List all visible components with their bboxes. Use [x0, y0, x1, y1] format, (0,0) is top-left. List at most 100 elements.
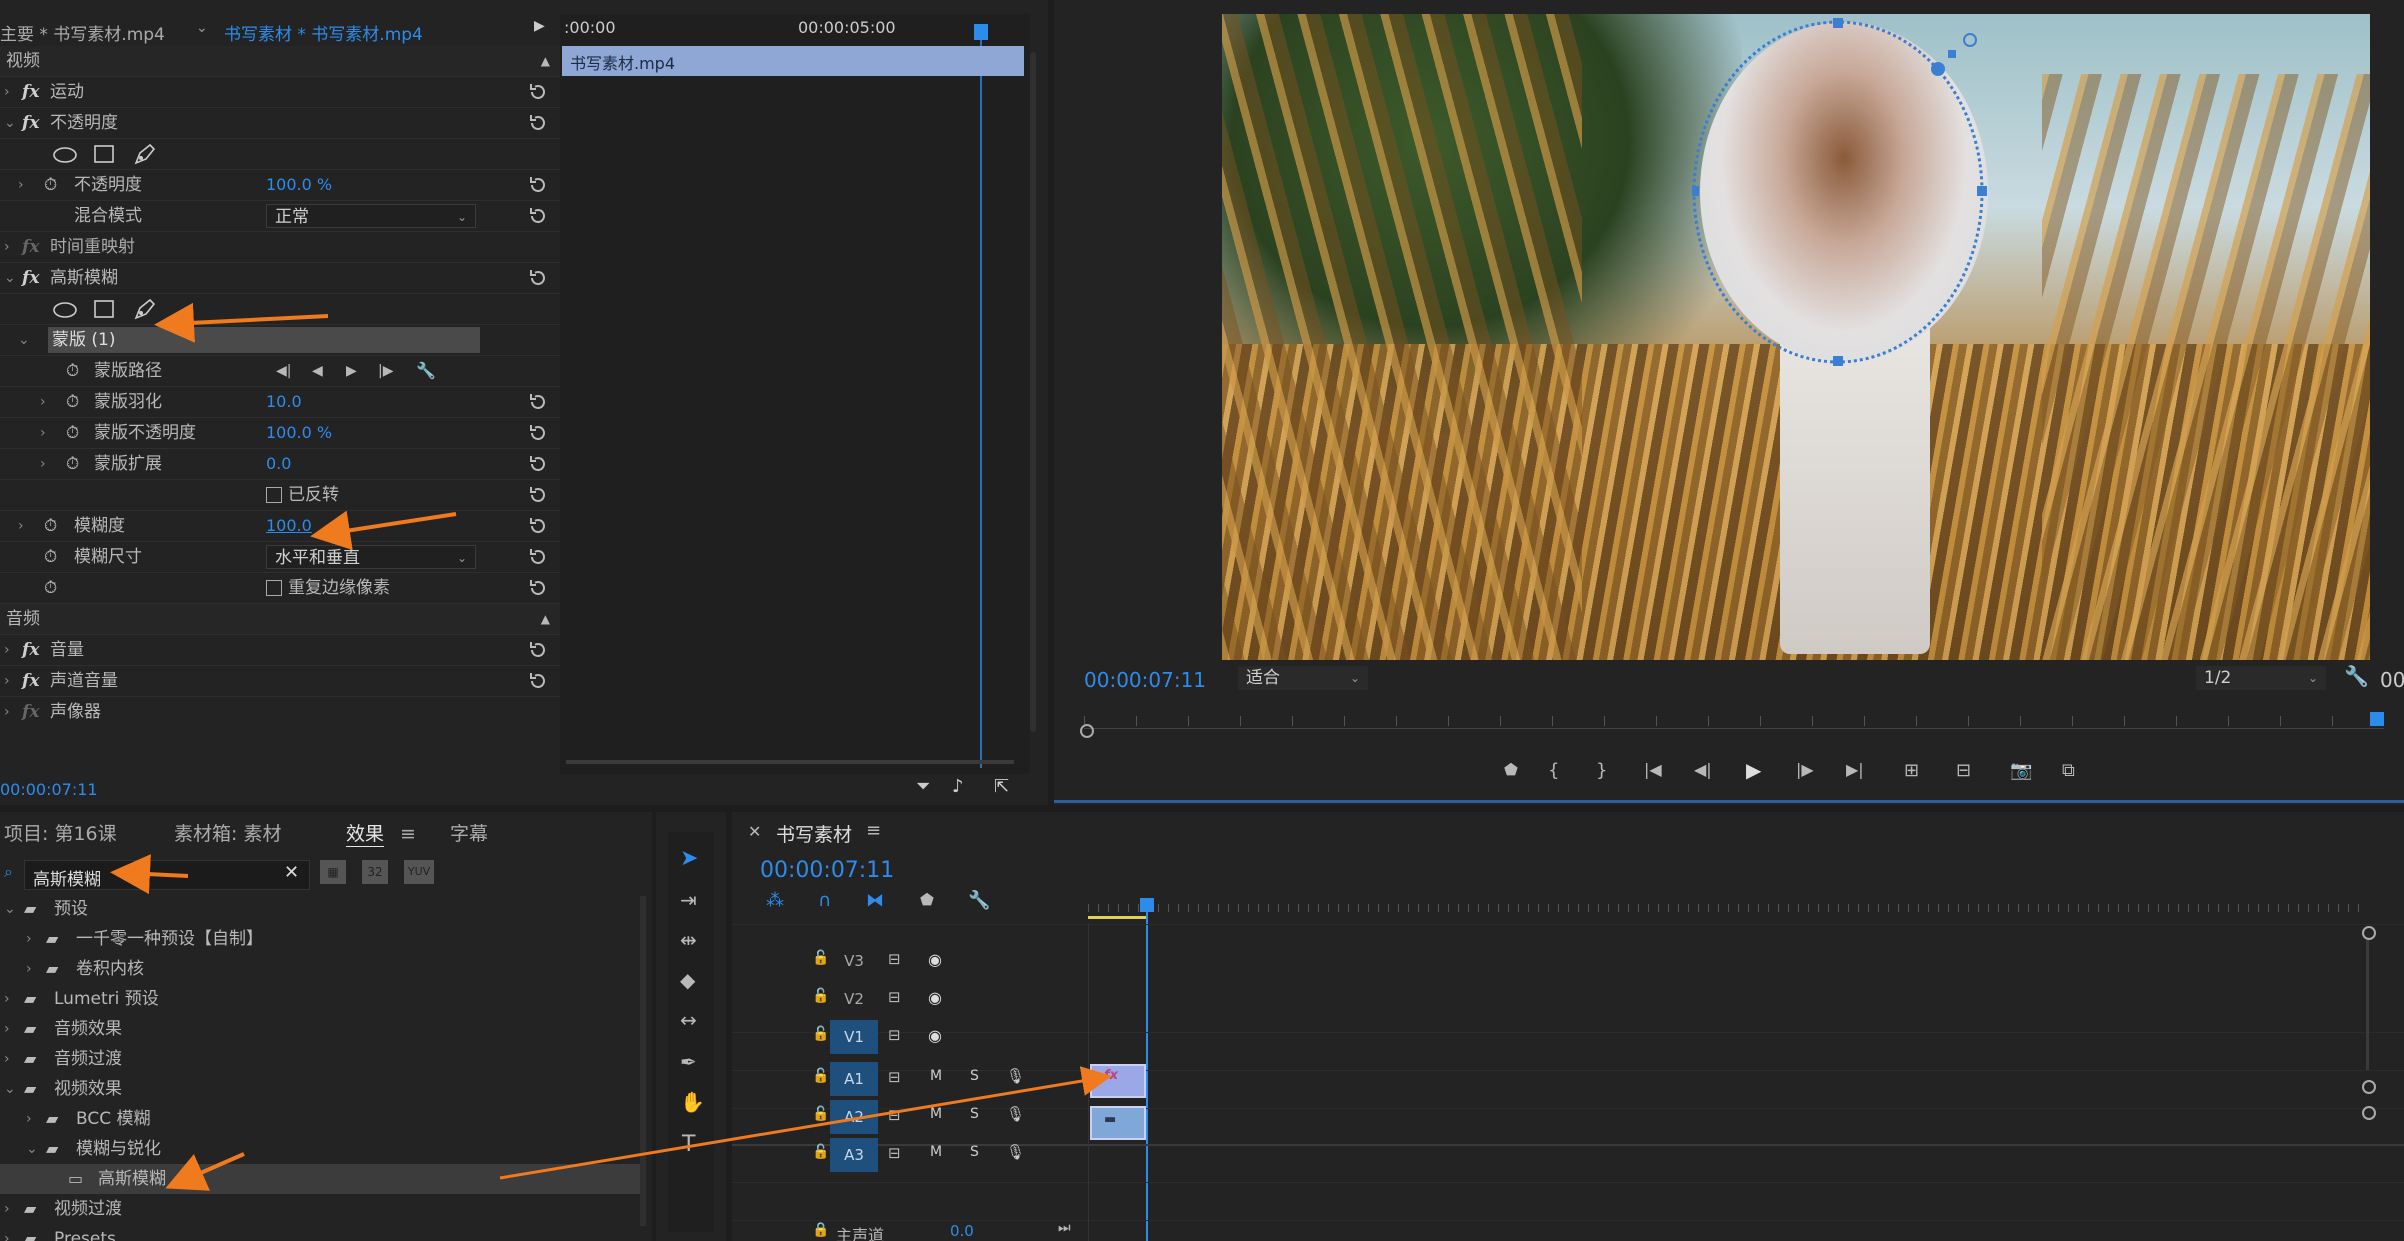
step-back-icon[interactable]: ◀| — [1694, 760, 1712, 779]
fit-dropdown[interactable]: 适合 ⌄ — [1238, 666, 1368, 690]
fx-icon[interactable]: fx — [22, 263, 39, 293]
track-target[interactable]: A3 — [830, 1138, 878, 1172]
eye-icon[interactable]: ◉ — [928, 1026, 942, 1045]
captions-tab[interactable]: 字幕 — [450, 812, 488, 856]
go-to-in-icon[interactable]: |◀ — [1644, 760, 1662, 779]
sync-lock-icon[interactable]: ⊟ — [888, 1144, 901, 1162]
effect-controls-timecode[interactable]: 00:00:07:11 — [0, 780, 98, 799]
vertical-scrollbar[interactable] — [1030, 52, 1036, 732]
fx-icon[interactable]: fx — [22, 697, 39, 727]
zoom-handle-top[interactable] — [2362, 926, 2376, 940]
camera-icon[interactable]: 📷 — [2010, 760, 2032, 781]
channel-volume-effect-row[interactable]: › fx 声道音量 — [0, 666, 560, 697]
lift-icon[interactable]: ⊞ — [1904, 760, 1919, 781]
chevron-right-icon[interactable]: › — [40, 449, 46, 479]
wrench-icon[interactable]: 🔧 — [2344, 664, 2369, 688]
mask-row[interactable]: ⌄ 蒙版 (1) — [0, 325, 560, 356]
chevron-right-icon[interactable]: › — [18, 170, 24, 200]
go-to-end-icon[interactable]: ⏭ — [1058, 1220, 1071, 1236]
monitor-playhead[interactable] — [2370, 712, 2384, 726]
reset-icon[interactable] — [528, 423, 548, 443]
reset-icon[interactable] — [528, 485, 548, 505]
wrench-icon[interactable]: 🔧 — [968, 890, 990, 911]
lock-icon[interactable]: 🔓 — [812, 1144, 829, 1160]
collapse-up-icon[interactable]: ▲ — [541, 604, 550, 634]
mask-feather-value[interactable]: 10.0 — [266, 387, 302, 417]
stopwatch-icon[interactable]: ⏱ — [66, 356, 79, 386]
repeat-edge-checkbox[interactable]: 重复边缘像素 — [266, 573, 390, 603]
program-timecode[interactable]: 00:00:07:11 — [1084, 668, 1206, 692]
reset-icon[interactable] — [528, 516, 548, 536]
step-forward-icon[interactable]: |▶ — [1796, 760, 1814, 779]
compare-icon[interactable]: ⧉ — [2062, 760, 2075, 781]
sync-lock-icon[interactable]: ⊟ — [888, 1106, 901, 1124]
chevron-right-icon[interactable]: › — [18, 511, 24, 541]
pen-mask-icon[interactable] — [132, 298, 156, 320]
tree-item[interactable]: › ▰ 视频过渡 — [0, 1194, 640, 1224]
microphone-icon[interactable]: 🎙 — [1006, 1143, 1025, 1161]
inverted-checkbox[interactable]: 已反转 — [266, 480, 339, 510]
eye-icon[interactable]: ◉ — [928, 950, 942, 969]
panner-effect-row[interactable]: › fx 声像器 — [0, 697, 560, 727]
ripple-edit-tool-icon[interactable]: ⇹ — [680, 928, 697, 952]
reset-icon[interactable] — [528, 82, 548, 102]
stopwatch-icon[interactable]: ⏱ — [44, 573, 57, 603]
mute-button[interactable]: M — [930, 1106, 942, 1122]
chevron-right-icon[interactable]: › — [4, 984, 10, 1014]
bin-tab[interactable]: 素材箱: 素材 — [174, 812, 281, 856]
chevron-down-icon[interactable]: ⌄ — [196, 20, 208, 36]
reset-icon[interactable] — [528, 671, 548, 691]
stopwatch-icon[interactable]: ⏱ — [66, 418, 79, 448]
stopwatch-icon[interactable]: ⏱ — [44, 511, 57, 541]
accelerated-effects-icon[interactable]: ▦ — [320, 860, 346, 884]
reset-icon[interactable] — [528, 454, 548, 474]
monitor-in-marker[interactable] — [1080, 724, 1094, 738]
resolution-dropdown[interactable]: 1/2 ⌄ — [2196, 666, 2326, 690]
filter-icon[interactable]: ⏷ — [916, 776, 930, 797]
lock-icon[interactable]: 🔓 — [812, 1068, 829, 1084]
mask-opacity-value[interactable]: 100.0 % — [266, 418, 332, 448]
volume-effect-row[interactable]: › fx 音量 — [0, 635, 560, 666]
chevron-right-icon[interactable]: › — [26, 954, 32, 984]
project-tab[interactable]: 项目: 第16课 — [4, 812, 117, 856]
sync-lock-icon[interactable]: ⊟ — [888, 988, 901, 1006]
search-input[interactable]: 高斯模糊 — [24, 860, 310, 890]
sync-lock-icon[interactable]: ⊟ — [888, 1026, 901, 1044]
mini-scrollbar[interactable] — [566, 760, 1014, 764]
opacity-effect-row[interactable]: ⌄ fx 不透明度 — [0, 108, 560, 139]
clear-search-icon[interactable]: ✕ — [284, 862, 299, 883]
tree-item[interactable]: ⌄ ▰ 预设 — [0, 894, 640, 924]
effect-controls-mini-timeline[interactable]: :00:00 00:00:05:00 书写素材.mp4 — [560, 14, 1030, 774]
wrench-icon[interactable]: 🔧 — [416, 356, 436, 386]
chevron-right-icon[interactable]: › — [40, 418, 46, 448]
audio-clip-a1[interactable]: ▬ — [1090, 1106, 1146, 1140]
chevron-right-icon[interactable]: › — [4, 635, 10, 665]
pen-tool-icon[interactable]: ✒ — [680, 1050, 697, 1074]
tree-item[interactable]: › ▰ 音频过渡 — [0, 1044, 640, 1074]
track-backward-icon[interactable]: ◀| — [276, 356, 291, 386]
reset-icon[interactable] — [528, 547, 548, 567]
microphone-icon[interactable]: 🎙 — [1006, 1105, 1025, 1123]
chevron-right-icon[interactable]: › — [4, 697, 10, 727]
track-target[interactable]: V1 — [830, 1020, 878, 1054]
stopwatch-icon[interactable]: ⏱ — [66, 387, 79, 417]
slip-tool-icon[interactable]: ↔ — [680, 1008, 697, 1032]
razor-tool-icon[interactable]: ◆ — [680, 968, 695, 992]
play-arrow-icon[interactable]: ▶ — [534, 18, 545, 34]
sync-lock-icon[interactable]: ⊟ — [888, 950, 901, 968]
ellipse-mask-icon[interactable] — [52, 302, 78, 318]
mini-playhead-handle[interactable] — [974, 24, 988, 40]
tree-item[interactable]: › ▰ Lumetri 预设 — [0, 984, 640, 1014]
blurriness-value[interactable]: 100.0 — [266, 511, 312, 541]
audio-icon[interactable]: ♪ — [952, 776, 964, 797]
step-forward-icon[interactable]: ▶ — [346, 356, 357, 386]
mute-button[interactable]: M — [930, 1068, 942, 1084]
chevron-right-icon[interactable]: › — [26, 1104, 32, 1134]
hand-tool-icon[interactable]: ✋ — [680, 1090, 705, 1114]
rectangle-mask-icon[interactable] — [94, 300, 114, 318]
fx-icon[interactable]: fx — [22, 108, 39, 138]
export-icon[interactable]: ⇱ — [994, 776, 1009, 797]
eye-icon[interactable]: ◉ — [928, 988, 942, 1007]
reset-icon[interactable] — [528, 578, 548, 598]
yuv-effects-icon[interactable]: YUV — [404, 860, 434, 884]
